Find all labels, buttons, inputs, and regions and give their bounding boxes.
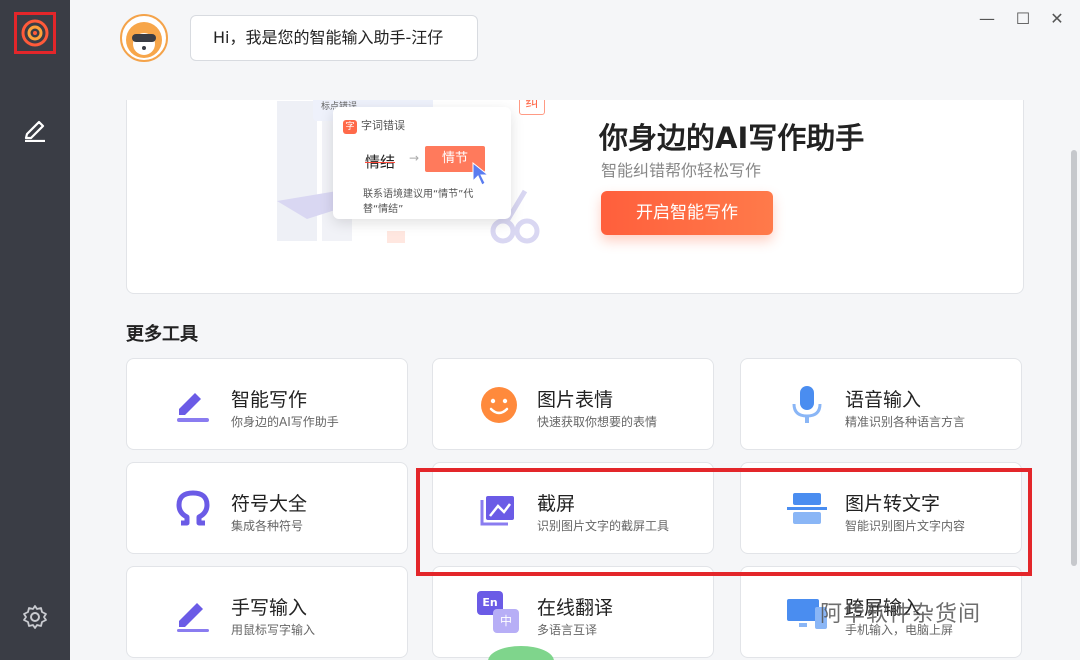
illustration-card: 字字词错误 情结 → 情节 联系语境建议用“情节”代替“情结” (333, 107, 511, 219)
illustration-note: 联系语境建议用“情节”代替“情结” (363, 189, 474, 215)
translate-zh-label: 中 (493, 609, 519, 633)
minimize-button[interactable]: — (976, 8, 998, 30)
tool-name: 图片表情 (537, 389, 614, 411)
illustration-corner-char: 纠 (519, 100, 545, 115)
translate-icon: En 中 (477, 591, 521, 635)
tool-smart-writing[interactable]: 智能写作 你身边的AI写作助手 (126, 358, 408, 450)
pen-icon (24, 120, 45, 142)
tool-voice-input[interactable]: 语音输入 精准识别各种语言方言 (740, 358, 1022, 450)
sidebar-item-writing[interactable] (14, 107, 56, 149)
main-content: 标点错误 纠 字字词错误 情结 → 情节 联系语境建议用“情节”代替“情结” 你… (70, 100, 1080, 660)
illustration-wrong-word: 情结 (365, 153, 396, 171)
tool-name: 在线翻译 (537, 597, 614, 619)
greeting-bubble: Hi，我是您的智能输入助手-汪仔 (190, 15, 478, 61)
maximize-button[interactable]: ☐ (1012, 8, 1034, 30)
omega-icon (171, 487, 215, 531)
arrow-right-icon: → (409, 151, 420, 165)
tool-name: 语音输入 (845, 389, 922, 411)
target-logo-icon (21, 19, 49, 47)
start-smart-writing-button[interactable]: 开启智能写作 (601, 191, 773, 235)
gear-icon (23, 605, 47, 629)
tool-desc: 用鼠标写字输入 (231, 623, 316, 637)
assistant-avatar[interactable] (120, 14, 168, 62)
tool-translate[interactable]: En 中 在线翻译 多语言互译 (432, 566, 714, 658)
illustration-tag: 字字词错误 (343, 117, 405, 134)
tool-desc: 你身边的AI写作助手 (231, 415, 339, 429)
watermark-text: 阿华软件杂货间 (820, 602, 982, 627)
tool-desc: 多语言互译 (537, 623, 598, 637)
sidebar-logo-button[interactable] (14, 12, 56, 54)
tool-image-emoji[interactable]: 图片表情 快速获取你想要的表情 (432, 358, 714, 450)
tool-handwriting[interactable]: 手写输入 用鼠标写字输入 (126, 566, 408, 658)
tool-desc: 精准识别各种语言方言 (845, 415, 966, 429)
smiley-icon (477, 383, 521, 427)
tool-symbols[interactable]: 符号大全 集成各种符号 (126, 462, 408, 554)
more-tools-title: 更多工具 (126, 324, 198, 345)
dog-mascot-icon (126, 22, 162, 58)
close-button[interactable]: ✕ (1046, 8, 1068, 30)
highlight-annotation-box (416, 468, 1032, 576)
tool-name: 手写输入 (231, 597, 308, 619)
microphone-icon (785, 383, 829, 427)
hero-title: 你身边的AI写作助手 (599, 121, 865, 155)
sidebar-item-settings[interactable] (14, 596, 56, 638)
illustration-tag-text: 字词错误 (361, 119, 405, 132)
illustration-tag-badge: 字 (343, 120, 357, 134)
hero-banner: 标点错误 纠 字字词错误 情结 → 情节 联系语境建议用“情节”代替“情结” 你… (126, 100, 1024, 294)
tool-desc: 集成各种符号 (231, 519, 304, 533)
tool-name: 智能写作 (231, 389, 308, 411)
write-icon (171, 383, 215, 427)
cursor-icon (472, 161, 490, 186)
scrollbar-thumb[interactable] (1071, 150, 1077, 566)
sidebar (0, 0, 70, 660)
hero-subtitle: 智能纠错帮你轻松写作 (601, 161, 762, 180)
tool-name: 符号大全 (231, 493, 308, 515)
tool-desc: 快速获取你想要的表情 (537, 415, 658, 429)
handwrite-icon (171, 591, 215, 635)
header: Hi，我是您的智能输入助手-汪仔 — ☐ ✕ (70, 0, 1080, 100)
